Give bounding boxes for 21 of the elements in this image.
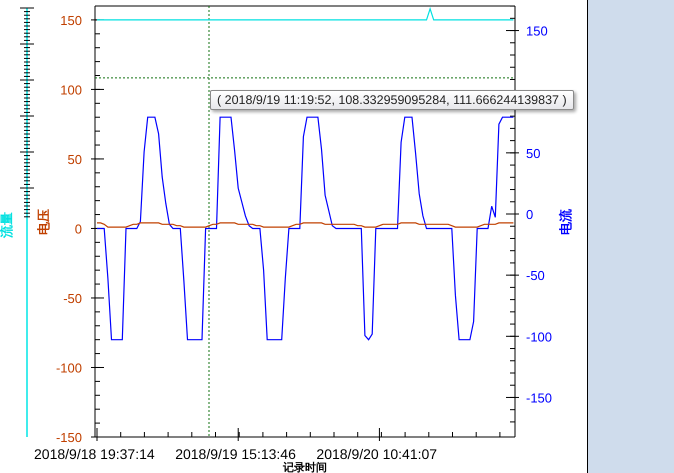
tick-label: 150	[60, 12, 82, 28]
tick-label: -150	[56, 430, 82, 445]
tick-label: 2018/9/18 19:37:14	[34, 446, 155, 462]
tick-label: -50	[63, 290, 82, 306]
tooltip: ( 2018/9/19 11:19:52, 108.332959095284, 111.666244139837 )	[210, 90, 574, 110]
tick-label: 0	[526, 207, 534, 222]
tick-label: -100	[526, 329, 552, 344]
tick-label: 2018/9/20 10:41:07	[316, 446, 438, 462]
tick-label: 0	[74, 221, 82, 236]
tick-label: 50	[526, 146, 540, 161]
tick-label: 150	[526, 24, 548, 39]
tick-label: 100	[60, 82, 82, 98]
tick-label: -50	[526, 268, 545, 284]
axis-title: 电流	[559, 209, 574, 235]
tick-label: 50	[68, 152, 82, 167]
tick-label: 2018/9/19 15:13:46	[175, 446, 296, 462]
axis-title: 电压	[37, 209, 52, 235]
axis-title: 流量	[0, 212, 15, 238]
tick-label: -150	[526, 390, 552, 406]
axis-title: 记录时间	[283, 461, 327, 473]
tick-label: -100	[56, 360, 82, 376]
